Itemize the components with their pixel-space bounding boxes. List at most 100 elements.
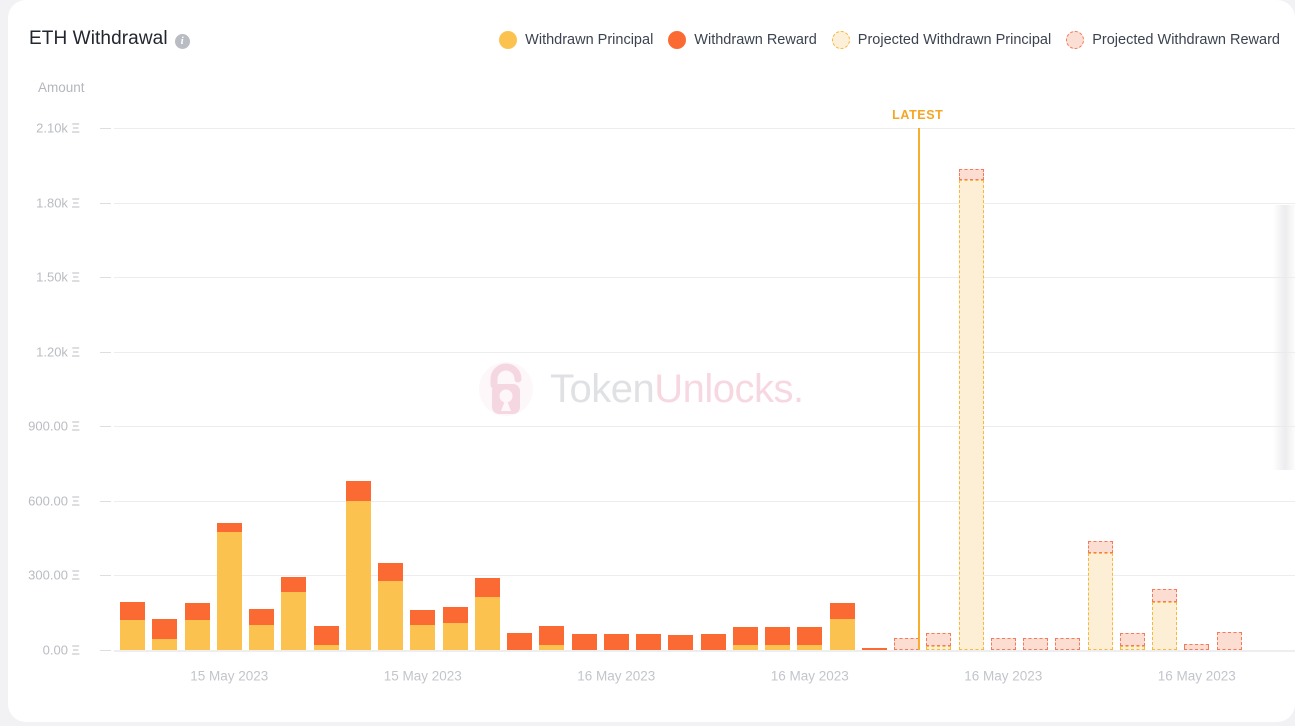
bar-column[interactable] <box>990 638 1016 650</box>
bar-column[interactable] <box>249 609 274 650</box>
bar-segment-principal <box>442 623 468 650</box>
x-axis-tick-label: 16 May 2023 <box>770 668 849 684</box>
gridline <box>114 500 1295 502</box>
y-axis-tick-mark <box>100 128 111 129</box>
bar-column[interactable] <box>378 563 403 650</box>
bar-column[interactable] <box>1087 540 1113 650</box>
bar-segment-principal <box>120 620 145 650</box>
bar-column[interactable] <box>120 602 145 650</box>
bar-column[interactable] <box>603 634 629 650</box>
bar-column[interactable] <box>1023 638 1048 650</box>
bar-segment-principal <box>216 531 242 650</box>
bar-column[interactable] <box>216 522 242 650</box>
x-axis-tick-label: 16 May 2023 <box>1157 668 1236 684</box>
bar-segment-reward <box>249 609 274 626</box>
bar-column[interactable] <box>345 480 371 650</box>
bar-column[interactable] <box>313 625 339 650</box>
bar-column[interactable] <box>152 619 178 650</box>
bar-segment-principal <box>410 625 436 650</box>
x-axis-tick-label: 16 May 2023 <box>577 668 656 684</box>
bar-segment-reward <box>313 625 339 645</box>
bar-segment-principal <box>829 619 855 650</box>
y-axis-tick-label: 0.00 Ξ <box>42 642 80 658</box>
bar-column[interactable] <box>668 635 694 650</box>
bar-segment-reward <box>1184 643 1210 650</box>
bar-segment-principal <box>345 500 371 650</box>
bar-segment-reward <box>829 602 855 620</box>
bar-column[interactable] <box>958 169 984 650</box>
bar-segment-reward <box>636 634 661 650</box>
bar-segment-principal <box>249 625 274 650</box>
y-axis-tick-label: 1.20k Ξ <box>36 344 80 360</box>
bar-segment-principal <box>797 644 823 650</box>
bar-segment-reward <box>345 480 371 501</box>
bar-column[interactable] <box>861 648 887 650</box>
bar-segment-reward <box>120 602 145 621</box>
bar-column[interactable] <box>410 609 436 650</box>
bar-column[interactable] <box>765 627 790 650</box>
x-axis-tick-label: 15 May 2023 <box>383 668 462 684</box>
gridline <box>114 128 1295 129</box>
bar-column[interactable] <box>829 602 855 650</box>
y-axis-tick-mark <box>100 277 111 279</box>
bar-segment-reward <box>668 635 694 650</box>
bar-column[interactable] <box>926 632 952 650</box>
bar-segment-principal <box>1087 553 1113 650</box>
bar-segment-principal <box>184 619 210 650</box>
y-axis-tick-label: 600.00 Ξ <box>28 493 80 509</box>
bar-segment-reward <box>926 632 952 646</box>
bar-segment-reward <box>603 634 629 650</box>
axis-baseline <box>114 650 1295 652</box>
bar-segment-reward <box>797 627 823 645</box>
bar-column[interactable] <box>1184 643 1210 650</box>
latest-marker-line <box>917 128 920 650</box>
y-axis-tick-label: 1.50k Ξ <box>36 269 80 285</box>
bar-segment-reward <box>539 625 565 646</box>
bar-segment-principal <box>152 639 178 650</box>
bar-segment-principal <box>378 580 403 650</box>
bar-column[interactable] <box>700 634 726 650</box>
bar-segment-reward <box>571 634 597 650</box>
y-axis-tick-mark <box>100 426 111 428</box>
bar-column[interactable] <box>442 606 468 650</box>
bar-column[interactable] <box>1119 633 1145 650</box>
bar-column[interactable] <box>571 634 597 650</box>
bar-column[interactable] <box>894 638 919 650</box>
chart-card: ETH Withdrawal i Withdrawn Principal With… <box>8 0 1295 722</box>
y-axis-tick-mark <box>100 500 111 502</box>
bar-column[interactable] <box>507 632 532 650</box>
bar-segment-reward <box>442 606 468 624</box>
bar-column[interactable] <box>1055 638 1081 650</box>
bar-segment-reward <box>1055 638 1081 650</box>
bar-column[interactable] <box>797 627 823 650</box>
bar-segment-principal <box>1119 645 1145 650</box>
bar-column[interactable] <box>636 634 661 650</box>
x-axis-tick-label: 15 May 2023 <box>190 668 269 684</box>
bar-column[interactable] <box>732 627 758 650</box>
gridline <box>114 277 1295 279</box>
bar-column[interactable] <box>281 577 307 650</box>
plot-area: 2.10k Ξ 1.80k Ξ 1.50k Ξ 1.20k Ξ 900.00 Ξ 600.… <box>8 0 1295 722</box>
bar-segment-reward <box>894 638 919 650</box>
bar-segment-reward <box>1152 588 1177 602</box>
bar-segment-principal <box>539 645 565 650</box>
y-axis-tick-mark <box>100 202 111 204</box>
bar-segment-reward <box>1087 540 1113 554</box>
bar-column[interactable] <box>1152 588 1177 650</box>
y-axis-tick-label: 1.80k Ξ <box>36 195 80 211</box>
gridline <box>114 426 1295 428</box>
bar-column[interactable] <box>184 602 210 650</box>
bar-segment-principal <box>958 180 984 650</box>
bar-segment-reward <box>216 522 242 532</box>
bar-segment-reward <box>281 577 307 593</box>
bar-column[interactable] <box>474 578 500 650</box>
bar-segment-reward <box>732 627 758 645</box>
gridline <box>114 575 1295 577</box>
bar-segment-principal <box>281 592 307 650</box>
gridline <box>114 202 1295 204</box>
y-axis-tick-mark <box>100 575 111 577</box>
bar-column[interactable] <box>1216 632 1242 650</box>
bar-segment-reward <box>1023 638 1048 650</box>
bar-column[interactable] <box>539 625 565 650</box>
y-axis-tick-label: 300.00 Ξ <box>28 567 80 583</box>
